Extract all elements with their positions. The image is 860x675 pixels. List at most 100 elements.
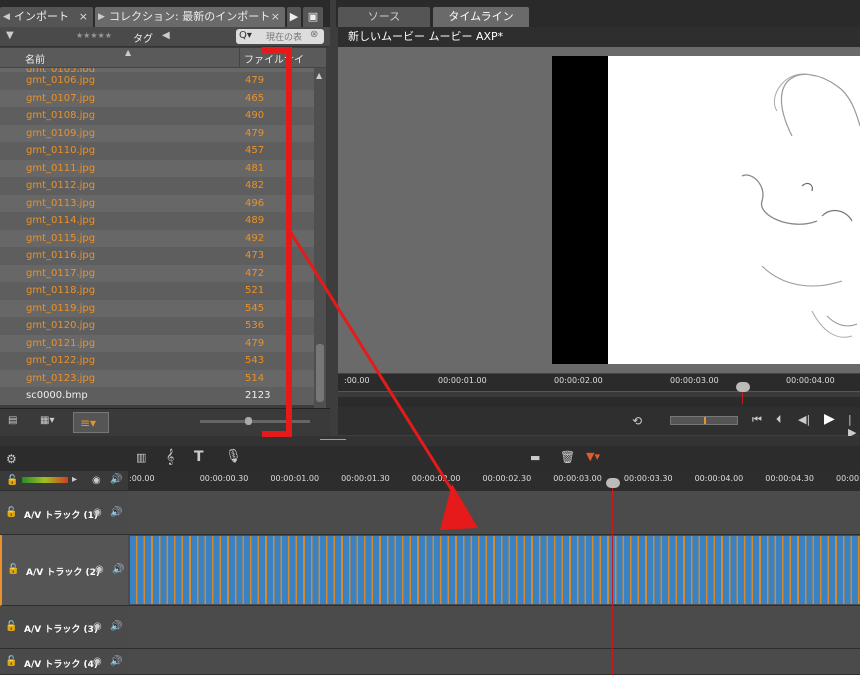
file-name: gmt_0109.jpg [26,127,96,139]
list-item[interactable]: sc0000.bmp 2123 [0,387,314,405]
add-folder-icon[interactable]: ▼ [6,30,14,41]
track-2-clips[interactable] [130,536,860,604]
tab-collection[interactable]: ▶ コレクション: 最新のインポート × [95,7,285,27]
eye-icon[interactable]: ◉ [95,564,104,575]
eye-icon[interactable]: ◉ [92,475,101,486]
lock-icon[interactable]: 🔓 [5,507,17,518]
lock-icon[interactable]: 🔓 [7,564,19,575]
file-name: gmt_0120.jpg [26,320,96,331]
gear-icon[interactable]: ⚙ [6,452,17,466]
track-lane[interactable] [128,491,860,535]
speaker-icon[interactable]: 🔊 [110,621,122,632]
marker-icon[interactable]: ▼▾ [586,450,600,463]
preview-letterbox [552,56,608,364]
list-item[interactable]: gmt_0106.jpg 479 [0,72,314,90]
step-back-icon[interactable]: ◀| [798,413,810,426]
trash-icon[interactable]: 🗑 [560,450,575,464]
list-item[interactable]: gmt_0116.jpg 473 [0,247,314,265]
file-size: 543 [245,355,265,366]
file-name: gmt_0119.jpg [26,302,96,314]
scroll-up-icon[interactable]: ▲ [316,71,322,80]
column-size[interactable]: ファイルサイ [244,51,304,66]
scroll-thumb[interactable] [316,344,324,402]
track-header[interactable]: 🔓 A/V トラック (1) ◉ 🔊 [0,491,128,535]
close-icon[interactable]: × [79,7,88,27]
track-lane[interactable] [128,606,860,649]
library-scrollbar[interactable]: ▲ [314,68,326,408]
eye-icon[interactable]: ◉ [93,621,102,632]
sort-asc-icon: ▲ [125,48,132,57]
tag-label[interactable]: タグ [133,30,153,45]
tab-timeline[interactable]: タイムライン [433,7,529,27]
list-item[interactable]: gmt_0112.jpg 482 [0,177,314,195]
expand-icon[interactable]: ▸ [72,474,77,485]
timeline-playhead[interactable] [606,478,620,488]
list-item[interactable]: gmt_0110.jpg 457 [0,142,314,160]
eye-icon[interactable]: ◉ [93,507,102,518]
column-name[interactable]: 名前 [25,51,45,66]
speaker-icon[interactable]: 🔊 [110,507,122,518]
list-item[interactable]: gmt_0117.jpg 472 [0,264,314,282]
jog-shuttle[interactable] [670,416,738,425]
tab-scroll-right[interactable]: ▶ [287,7,301,27]
tab-import-label: インポート [14,10,69,23]
tab-menu-button[interactable]: ▣ [303,7,323,27]
track-lane[interactable] [128,649,860,675]
search-box[interactable]: Q▾ 現在の表 ⊗ [236,29,324,44]
tab-source[interactable]: ソース [338,7,430,27]
file-name: gmt_0123.jpg [26,372,96,384]
monitor-playhead[interactable] [736,382,750,392]
grid-view-icon[interactable]: ▦▾ [40,415,54,426]
speaker-icon[interactable]: 🔊 [110,656,122,667]
timeline-ruler[interactable]: :00.00 00:00:00.30 00:00:01.00 00:00:01.30 0… [128,471,860,491]
list-item[interactable]: gmt_0122.jpg 543 [0,352,314,370]
zoom-slider-handle[interactable] [245,417,252,425]
zoom-slider[interactable] [200,420,310,423]
lock-icon[interactable]: 🔓 [6,475,18,486]
speaker-icon[interactable]: 🔊 [112,564,124,575]
monitor-ruler[interactable]: :00.00 00:00:01.00 00:00:02.00 00:00:03.… [338,373,860,407]
file-size: 465 [245,92,265,104]
clear-icon[interactable]: ⊗ [310,29,318,40]
resize-handle[interactable] [320,436,346,440]
split-clip-icon[interactable]: ▬ [530,451,540,464]
panel-separator[interactable] [0,436,860,446]
close-icon[interactable]: × [271,7,280,27]
prev-frame-icon[interactable]: ⏴ [776,413,782,427]
lock-icon[interactable]: 🔓 [5,621,17,632]
list-item[interactable]: gmt_0118.jpg 521 [0,282,314,300]
play-icon[interactable]: ▶ [824,411,835,427]
speaker-icon[interactable]: 🔊 [110,474,122,485]
list-item[interactable]: gmt_0107.jpg 465 [0,89,314,107]
list-item[interactable]: gmt_0109.jpg 479 [0,124,314,142]
list-item[interactable]: gmt_0119.jpg 545 [0,299,314,317]
stack-icon[interactable]: ▤ [8,415,17,426]
go-to-start-icon[interactable]: ⏮ [752,413,762,427]
eye-icon[interactable]: ◉ [93,656,102,667]
list-item[interactable]: gmt_0120.jpg 536 [0,317,314,335]
list-item[interactable]: gmt_0115.jpg 492 [0,229,314,247]
library-file-list[interactable]: gmt_0105.jpg gmt_0106.jpg479gmt_0107.jpg… [0,68,314,408]
rating-filter[interactable]: ★★★★★ [76,31,112,40]
title-text-icon[interactable]: T [194,449,204,465]
list-item[interactable]: gmt_0113.jpg 496 [0,194,314,212]
tab-import[interactable]: ◀ インポート × [0,7,93,27]
lock-icon[interactable]: 🔓 [5,656,17,667]
list-item[interactable]: gmt_0111.jpg 481 [0,159,314,177]
audio-mixer-icon[interactable]: ▥ [136,451,146,464]
track-label: A/V トラック (3) [24,625,98,635]
list-item[interactable]: gmt_0108.jpg 490 [0,107,314,125]
list-item[interactable]: gmt_0114.jpg 489 [0,212,314,230]
track-header[interactable]: 🔓 A/V トラック (4) ◉ 🔊 [0,649,128,675]
scrub-bar[interactable] [338,391,860,397]
list-item[interactable]: gmt_0121.jpg 479 [0,334,314,352]
list-view-button[interactable]: ≡▾ [73,412,109,433]
list-item[interactable]: gmt_0123.jpg 514 [0,369,314,387]
file-size: 2123 [245,390,271,401]
loop-icon[interactable]: ⟲ [632,414,642,428]
search-input[interactable]: 現在の表 [266,30,302,43]
microphone-icon[interactable]: 🎙 [225,449,242,464]
track-header[interactable]: 🔓 A/V トラック (2) ◉ 🔊 [0,535,128,606]
track-header[interactable]: 🔓 A/V トラック (3) ◉ 🔊 [0,606,128,649]
music-icon[interactable]: 𝄞 [166,449,174,465]
